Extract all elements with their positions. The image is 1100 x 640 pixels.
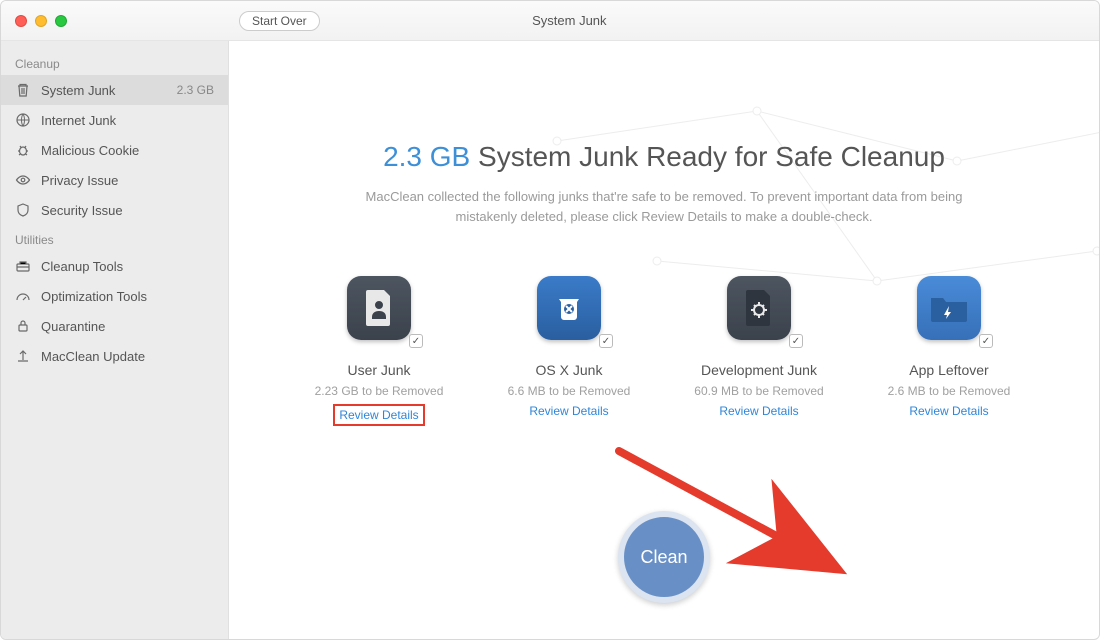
sidebar-item-internet-junk[interactable]: Internet Junk (1, 105, 228, 135)
sidebar-item-label: Privacy Issue (41, 173, 214, 188)
subtext: MacClean collected the following junks t… (354, 187, 974, 226)
dev-junk-icon: ✓ (727, 276, 791, 340)
eye-icon (15, 172, 31, 188)
bug-icon (15, 142, 31, 158)
headline: 2.3 GB System Junk Ready for Safe Cleanu… (269, 141, 1059, 173)
sidebar-item-optimization-tools[interactable]: Optimization Tools (1, 281, 228, 311)
card-sub: 2.6 MB to be Removed (888, 384, 1011, 398)
sidebar-item-label: MacClean Update (41, 349, 214, 364)
card-title: App Leftover (909, 362, 988, 378)
sidebar-item-label: Internet Junk (41, 113, 214, 128)
card-osx-junk: ✓ OS X Junk 6.6 MB to be Removed Review … (479, 276, 659, 426)
card-sub: 60.9 MB to be Removed (694, 384, 823, 398)
review-details-link[interactable]: Review Details (529, 404, 608, 418)
app-window: Start Over System Junk Cleanup System Ju… (0, 0, 1100, 640)
window-title: System Junk (320, 13, 1099, 28)
globe-icon (15, 112, 31, 128)
checkbox[interactable]: ✓ (409, 334, 423, 348)
checkbox[interactable]: ✓ (599, 334, 613, 348)
sidebar-item-label: Malicious Cookie (41, 143, 214, 158)
clean-button[interactable]: Clean (618, 511, 710, 603)
body: Cleanup System Junk 2.3 GB Internet Junk… (1, 41, 1099, 639)
sidebar-item-label: Quarantine (41, 319, 214, 334)
toolbox-icon (15, 258, 31, 274)
titlebar: Start Over System Junk (1, 1, 1099, 41)
sidebar-item-quarantine[interactable]: Quarantine (1, 311, 228, 341)
headline-size: 2.3 GB (383, 141, 470, 172)
sidebar: Cleanup System Junk 2.3 GB Internet Junk… (1, 41, 229, 639)
gauge-icon (15, 288, 31, 304)
sidebar-section-cleanup: Cleanup (1, 49, 228, 75)
shield-icon (15, 202, 31, 218)
sidebar-item-label: Optimization Tools (41, 289, 214, 304)
sidebar-item-macclean-update[interactable]: MacClean Update (1, 341, 228, 371)
osx-junk-icon: ✓ (537, 276, 601, 340)
sidebar-item-label: System Junk (41, 83, 167, 98)
app-leftover-icon: ✓ (917, 276, 981, 340)
update-icon (15, 348, 31, 364)
checkbox[interactable]: ✓ (979, 334, 993, 348)
start-over-button[interactable]: Start Over (239, 11, 320, 31)
traffic-lights (1, 15, 229, 27)
sidebar-item-label: Cleanup Tools (41, 259, 214, 274)
sidebar-item-malicious-cookie[interactable]: Malicious Cookie (1, 135, 228, 165)
sidebar-item-label: Security Issue (41, 203, 214, 218)
lock-icon (15, 318, 31, 334)
trash-icon (15, 82, 31, 98)
minimize-icon[interactable] (35, 15, 47, 27)
card-user-junk: ✓ User Junk 2.23 GB to be Removed Review… (289, 276, 469, 426)
checkbox[interactable]: ✓ (789, 334, 803, 348)
card-app-leftover: ✓ App Leftover 2.6 MB to be Removed Revi… (859, 276, 1039, 426)
sidebar-item-security-issue[interactable]: Security Issue (1, 195, 228, 225)
close-icon[interactable] (15, 15, 27, 27)
main-content: 2.3 GB System Junk Ready for Safe Cleanu… (229, 41, 1099, 639)
user-junk-icon: ✓ (347, 276, 411, 340)
card-title: OS X Junk (536, 362, 603, 378)
review-details-link[interactable]: Review Details (333, 404, 424, 426)
review-details-link[interactable]: Review Details (719, 404, 798, 418)
sidebar-item-system-junk[interactable]: System Junk 2.3 GB (1, 75, 228, 105)
card-sub: 2.23 GB to be Removed (315, 384, 444, 398)
card-sub: 6.6 MB to be Removed (508, 384, 631, 398)
card-title: User Junk (347, 362, 410, 378)
card-development-junk: ✓ Development Junk 60.9 MB to be Removed… (669, 276, 849, 426)
card-title: Development Junk (701, 362, 817, 378)
category-cards: ✓ User Junk 2.23 GB to be Removed Review… (289, 276, 1039, 426)
headline-text: System Junk Ready for Safe Cleanup (470, 141, 945, 172)
sidebar-section-utilities: Utilities (1, 225, 228, 251)
sidebar-item-cleanup-tools[interactable]: Cleanup Tools (1, 251, 228, 281)
sidebar-item-badge: 2.3 GB (177, 83, 214, 97)
zoom-icon[interactable] (55, 15, 67, 27)
sidebar-item-privacy-issue[interactable]: Privacy Issue (1, 165, 228, 195)
review-details-link[interactable]: Review Details (909, 404, 988, 418)
